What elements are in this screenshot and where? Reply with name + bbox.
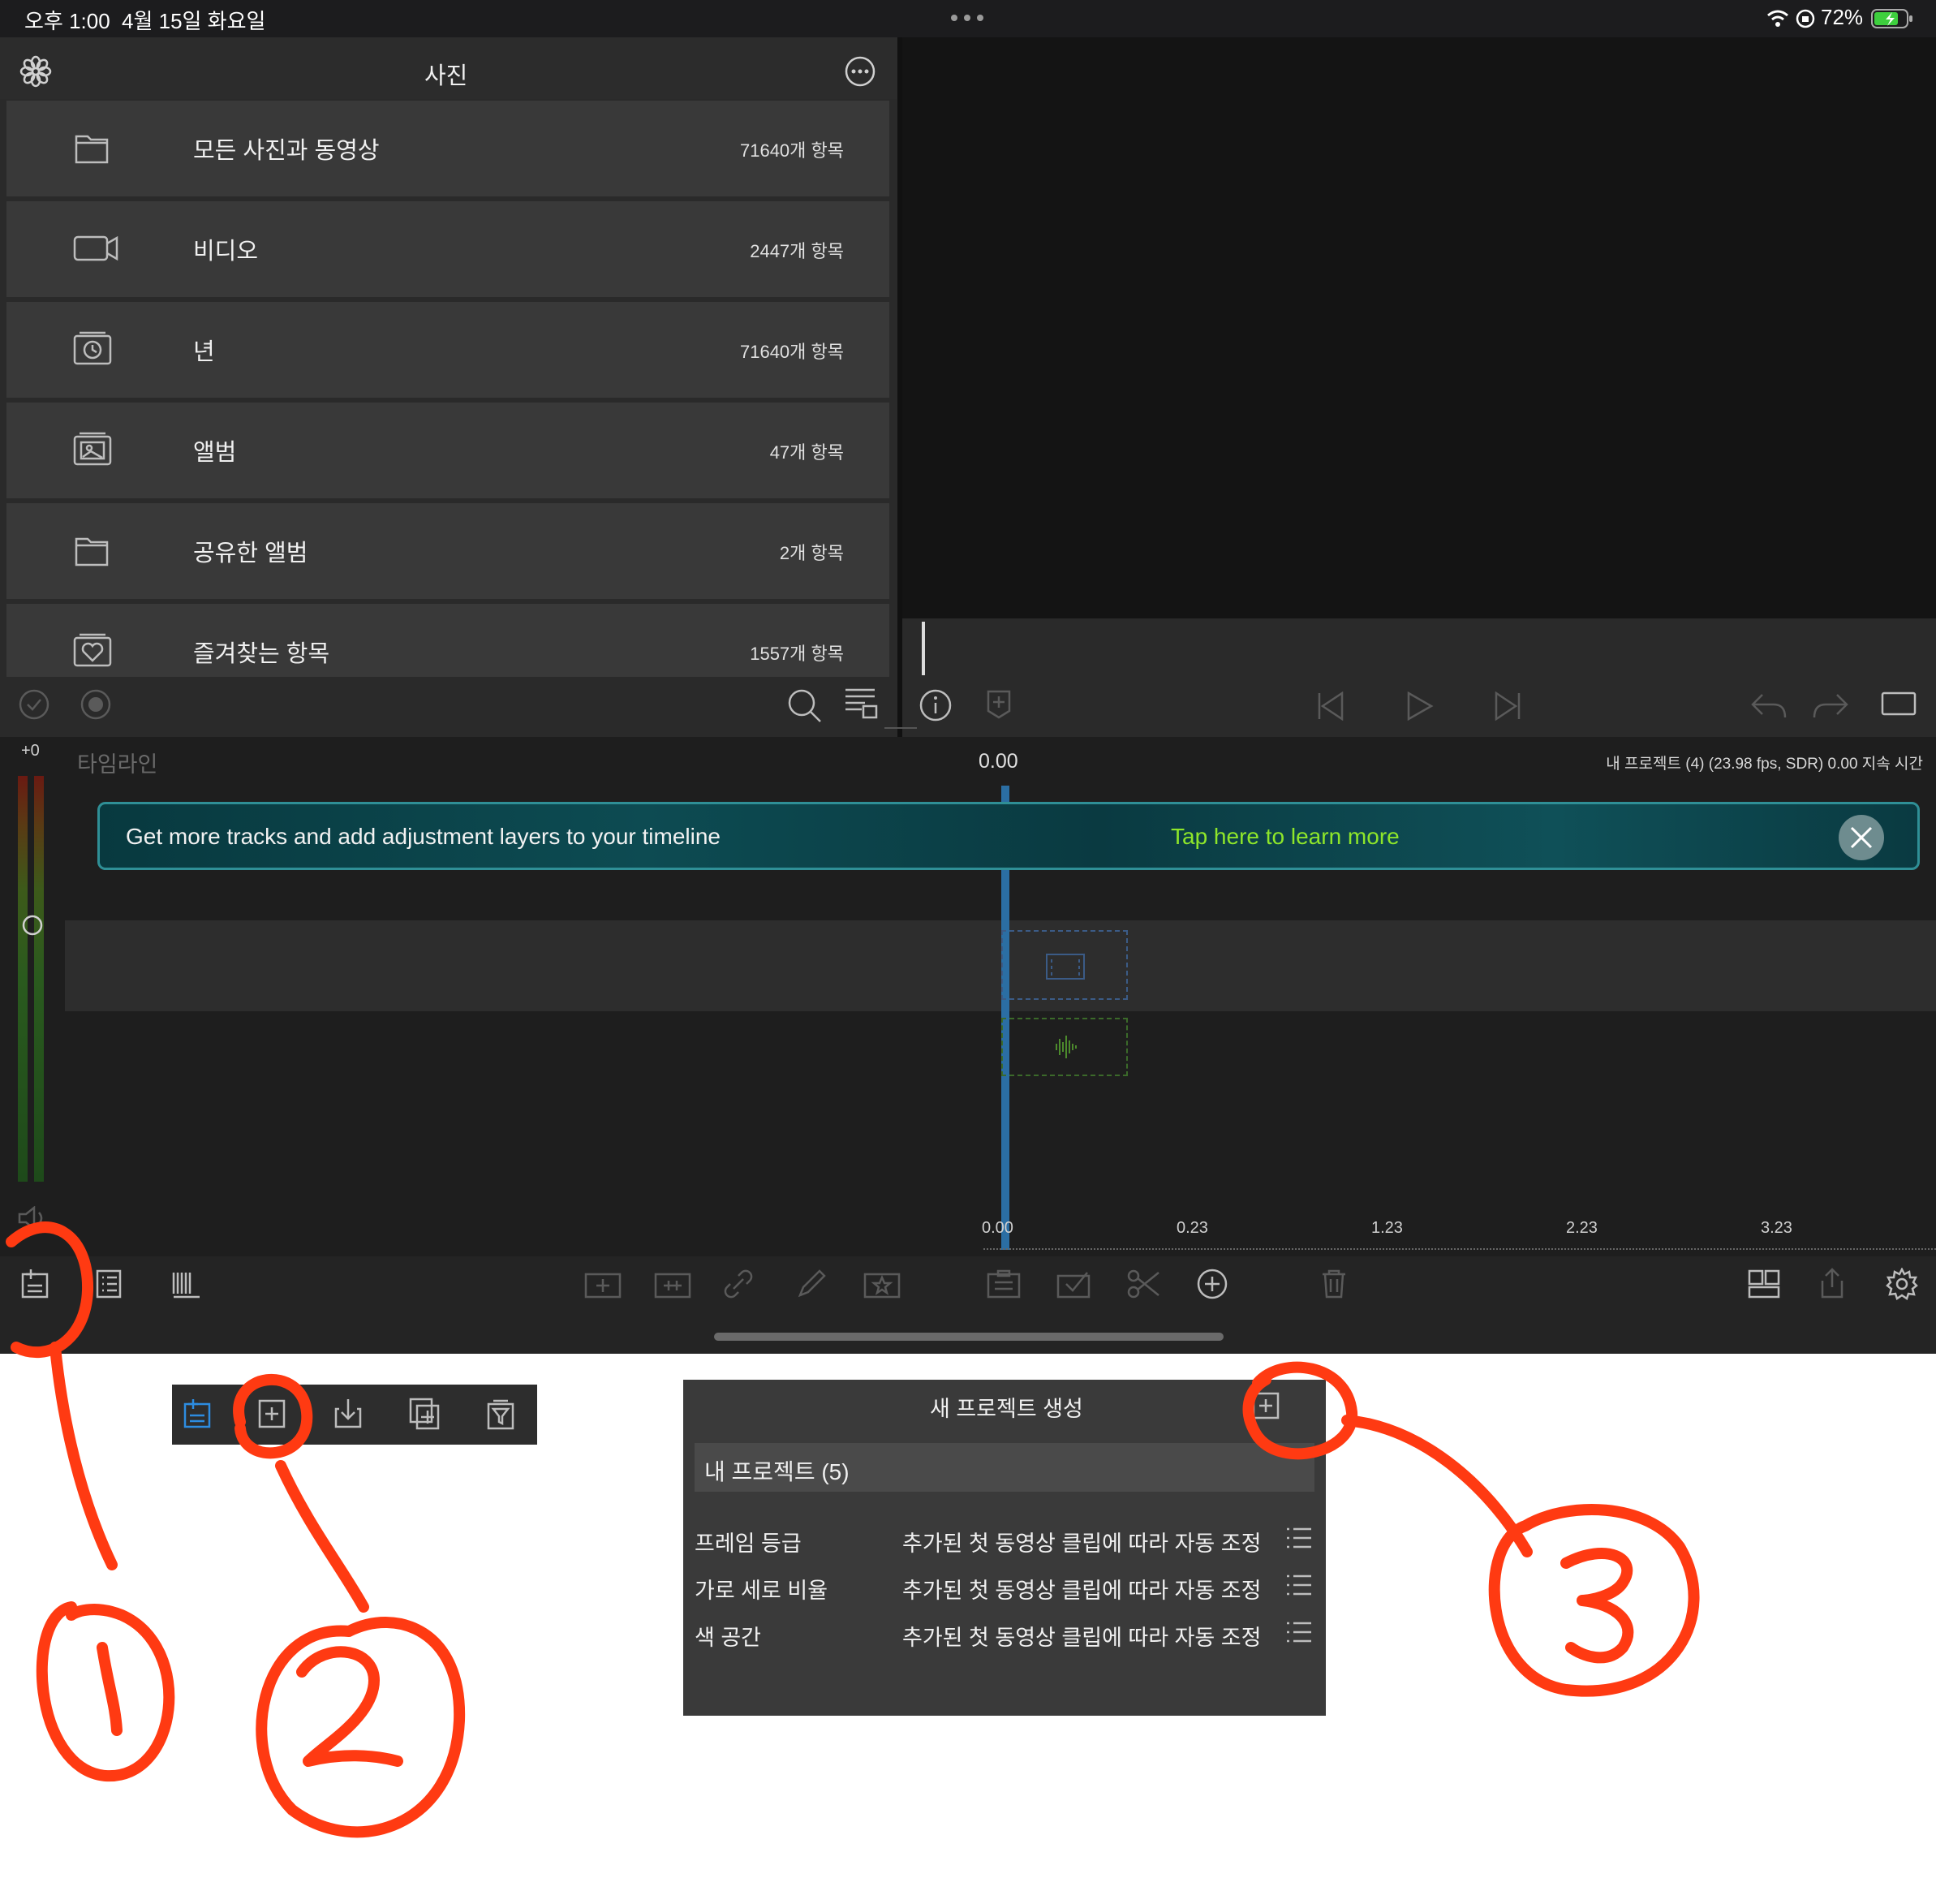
- annotation-circle-1: [6, 1221, 94, 1359]
- annotation-overlay: [6, 1221, 1700, 1838]
- annotation-circle-3: [1242, 1361, 1358, 1460]
- annotation-line-1: [49, 1342, 118, 1570]
- annotation-line-2: [275, 1460, 369, 1613]
- annotation-number-1: [36, 1601, 175, 1782]
- annotation-circle-2: [233, 1373, 313, 1459]
- annotation-number-2: [256, 1617, 466, 1838]
- annotation-line-3: [1341, 1415, 1533, 1557]
